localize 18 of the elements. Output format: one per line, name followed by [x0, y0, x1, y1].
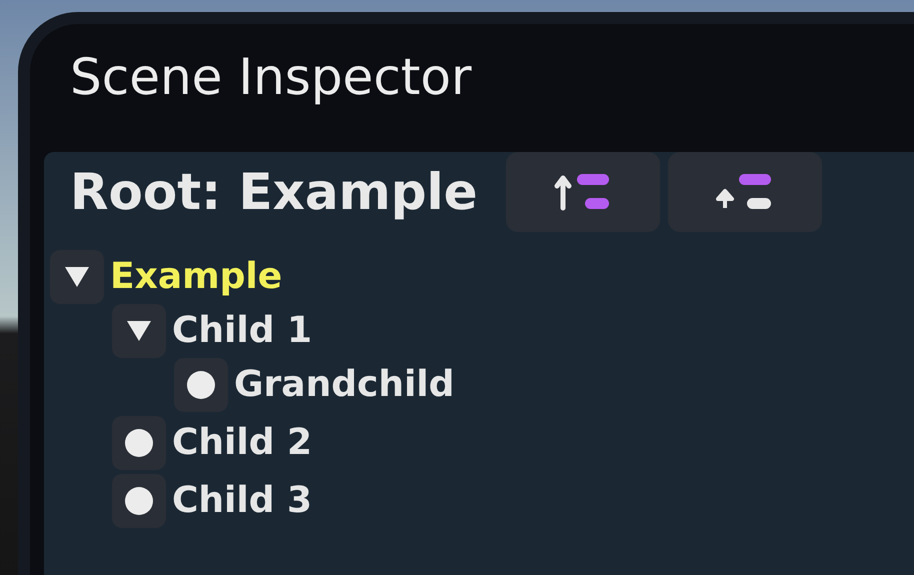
tree-item-label[interactable]: Child 1 [172, 313, 312, 349]
dot-icon [125, 429, 153, 457]
tree-item-label[interactable]: Child 2 [172, 425, 312, 461]
tree-item-label[interactable]: Child 3 [172, 483, 312, 519]
triangle-down-icon [126, 320, 152, 342]
window-title: Scene Inspector [70, 52, 473, 102]
expand-toggle[interactable] [112, 304, 166, 358]
leaf-toggle[interactable] [112, 474, 166, 528]
dot-icon [187, 371, 215, 399]
tree-item-label[interactable]: Example [110, 259, 282, 295]
leaf-toggle[interactable] [174, 358, 228, 412]
root-label: Root: Example [70, 167, 478, 217]
tree-item-label[interactable]: Grandchild [234, 367, 454, 403]
triangle-down-icon [64, 266, 90, 288]
dot-icon [125, 487, 153, 515]
expand-toggle[interactable] [50, 250, 104, 304]
collapse-button[interactable] [668, 152, 822, 232]
leaf-toggle[interactable] [112, 416, 166, 470]
